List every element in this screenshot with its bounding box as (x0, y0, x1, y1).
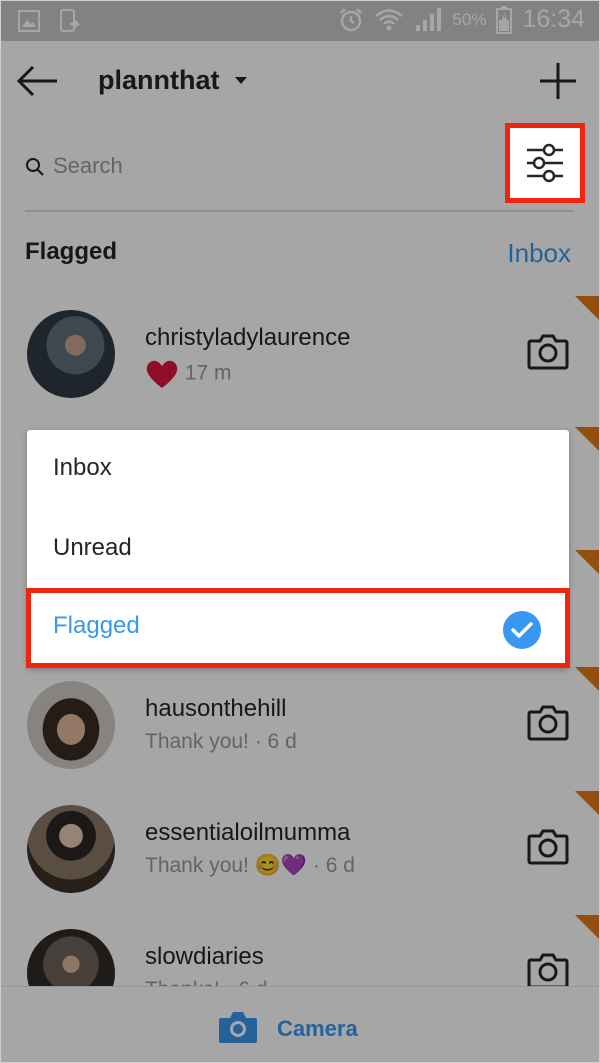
menu-item-label: Flagged (53, 612, 140, 639)
filter-menu: Inbox Unread Flagged (26, 430, 570, 668)
filter-button-highlight[interactable] (505, 123, 585, 203)
menu-item-label: Inbox (53, 454, 112, 481)
checkmark-icon (503, 611, 541, 649)
screen: 50% 16:34 plannthat Flagged Inbox christ… (0, 0, 600, 1063)
menu-item-flagged[interactable]: Flagged (26, 588, 570, 668)
filter-sliders-icon (527, 143, 563, 183)
menu-item-label: Unread (53, 534, 132, 561)
menu-item-unread[interactable]: Unread (27, 510, 569, 590)
menu-item-inbox[interactable]: Inbox (27, 430, 569, 510)
